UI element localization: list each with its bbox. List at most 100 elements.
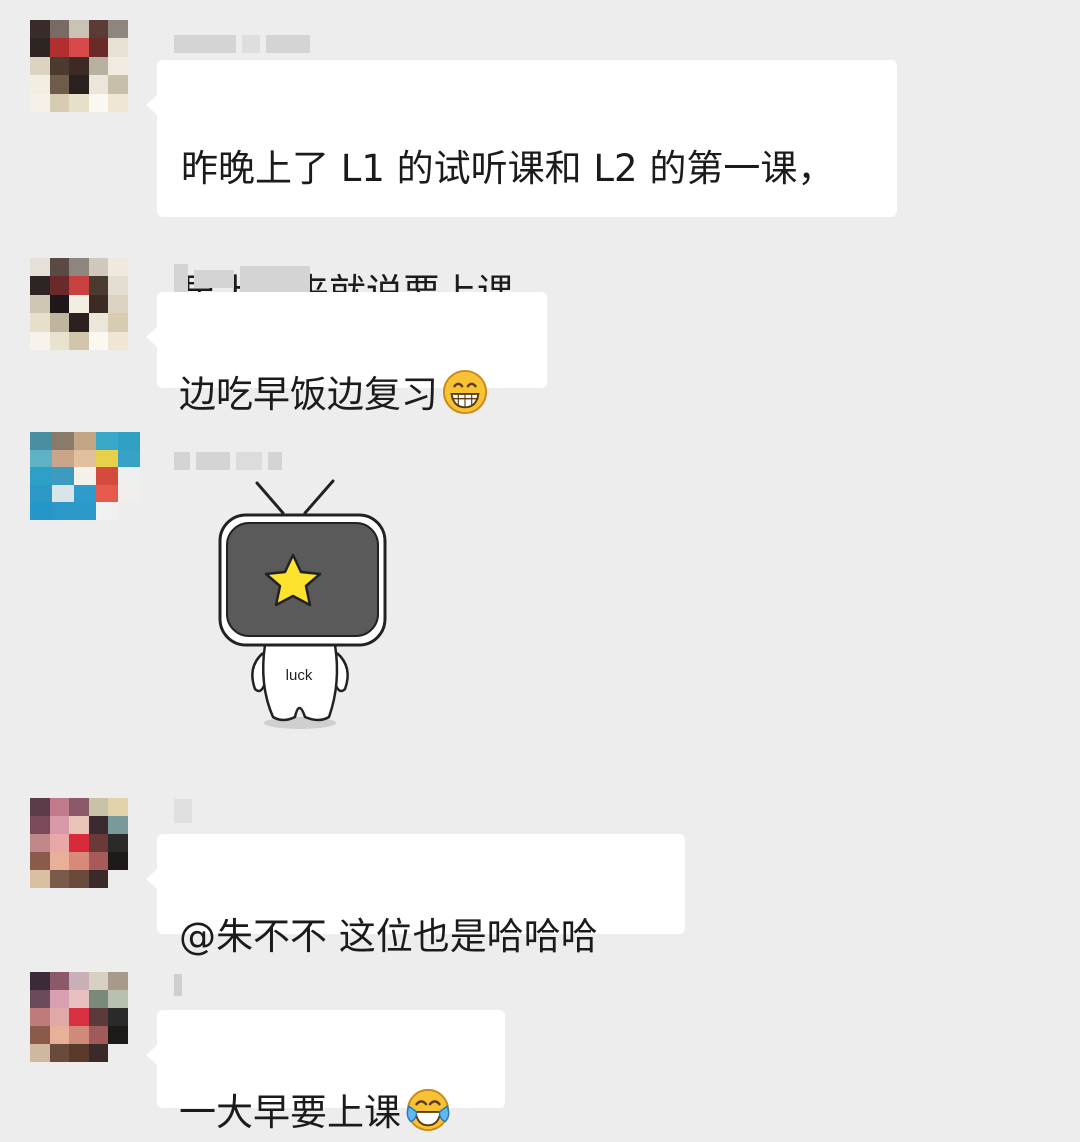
avatar-pixel — [30, 502, 52, 520]
avatar-pixel — [69, 75, 89, 94]
avatar-pixel — [52, 449, 74, 468]
avatar-pixel — [49, 331, 70, 350]
avatar-pixel — [96, 467, 118, 485]
avatar-pixel — [108, 834, 128, 852]
avatar-pixel — [49, 294, 70, 314]
avatar-pixel — [88, 1026, 109, 1044]
avatar-pixel — [108, 816, 128, 834]
avatar[interactable] — [30, 798, 128, 888]
avatar-pixel — [88, 1044, 109, 1062]
avatar-pixel — [30, 313, 50, 332]
avatar-pixel — [108, 990, 128, 1008]
avatar-pixel — [49, 834, 70, 852]
avatar-pixel — [88, 93, 109, 112]
avatar-pixel — [69, 852, 89, 870]
avatar-pixel — [30, 449, 52, 468]
face-with-tears-of-joy-icon — [406, 1088, 450, 1132]
avatar-pixel — [30, 258, 50, 277]
avatar-pixel — [30, 467, 52, 485]
avatar-pixel — [108, 56, 128, 76]
avatar-pixel — [49, 870, 70, 888]
avatar-pixel — [52, 484, 74, 503]
avatar-pixel — [118, 467, 140, 485]
avatar-pixel — [108, 972, 128, 990]
avatar-pixel — [49, 56, 70, 76]
avatar[interactable] — [30, 258, 128, 350]
avatar-pixel — [88, 852, 109, 870]
avatar-pixel — [88, 331, 109, 350]
avatar-pixel — [69, 93, 89, 112]
avatar-pixel — [30, 1044, 50, 1062]
message-bubble[interactable]: 昨晚上了 L1 的试听课和 L2 的第一课， 早上起来就说要上课。 — [146, 60, 897, 314]
avatar-pixel — [74, 467, 96, 485]
avatar-pixel — [108, 38, 128, 57]
avatar-pixel — [30, 93, 50, 112]
avatar-pixel — [88, 870, 109, 888]
avatar-pixel — [30, 75, 50, 94]
avatar-pixel — [108, 313, 128, 332]
avatar-pixel — [69, 331, 89, 350]
avatar-pixel — [52, 467, 74, 485]
avatar[interactable] — [30, 972, 128, 1062]
avatar-pixel — [49, 1044, 70, 1062]
avatar-pixel — [96, 449, 118, 468]
avatar[interactable] — [30, 432, 140, 520]
avatar-pixel — [88, 972, 109, 990]
avatar-pixel — [49, 38, 70, 57]
avatar-pixel — [30, 20, 50, 39]
message-bubble[interactable]: 一大早要上课 — [146, 1010, 505, 1134]
avatar-pixel — [88, 816, 109, 834]
avatar-pixel — [69, 798, 89, 816]
avatar-pixel — [88, 834, 109, 852]
avatar-pixel — [30, 276, 50, 295]
avatar-pixel — [49, 798, 70, 816]
avatar-pixel — [69, 313, 89, 332]
avatar-pixel — [108, 852, 128, 870]
avatar-pixel — [30, 1026, 50, 1044]
avatar-pixel — [74, 502, 96, 520]
avatar-pixel — [49, 258, 70, 277]
message-bubble[interactable]: @朱不不 这位也是哈哈哈 — [146, 834, 685, 958]
avatar-pixel — [52, 502, 74, 520]
avatar-pixel — [69, 258, 89, 277]
avatar-pixel — [49, 816, 70, 834]
message-bubble[interactable]: 边吃早饭边复习 — [146, 292, 547, 416]
avatar-pixel — [108, 1026, 128, 1044]
avatar-pixel — [49, 1008, 70, 1026]
avatar-pixel — [30, 1008, 50, 1026]
avatar-pixel — [118, 484, 140, 503]
avatar-pixel — [49, 20, 70, 39]
avatar-pixel — [49, 276, 70, 295]
avatar-pixel — [30, 870, 50, 888]
avatar-pixel — [30, 852, 50, 870]
sender-name-blurred — [174, 264, 310, 294]
sender-name-blurred — [174, 799, 192, 823]
avatar-pixel — [69, 1044, 89, 1062]
avatar-pixel — [108, 870, 128, 888]
avatar-pixel — [88, 990, 109, 1008]
avatar-pixel — [118, 502, 140, 520]
avatar-pixel — [52, 432, 74, 450]
avatar-pixel — [74, 484, 96, 503]
avatar-pixel — [69, 834, 89, 852]
avatar-pixel — [118, 432, 140, 450]
avatar[interactable] — [30, 20, 128, 112]
avatar-pixel — [30, 38, 50, 57]
tv-robot-sticker[interactable]: luck — [205, 475, 405, 735]
avatar-pixel — [108, 294, 128, 314]
avatar-pixel — [88, 294, 109, 314]
avatar-pixel — [74, 432, 96, 450]
avatar-pixel — [30, 816, 50, 834]
avatar-pixel — [30, 484, 52, 503]
avatar-pixel — [108, 75, 128, 94]
avatar-pixel — [88, 56, 109, 76]
avatar-pixel — [96, 484, 118, 503]
avatar-pixel — [118, 449, 140, 468]
avatar-pixel — [30, 294, 50, 314]
avatar-pixel — [30, 331, 50, 350]
avatar-pixel — [49, 972, 70, 990]
avatar-pixel — [88, 276, 109, 295]
message-text: 一大早要上课 — [179, 1091, 401, 1134]
avatar-pixel — [49, 75, 70, 94]
avatar-pixel — [108, 93, 128, 112]
